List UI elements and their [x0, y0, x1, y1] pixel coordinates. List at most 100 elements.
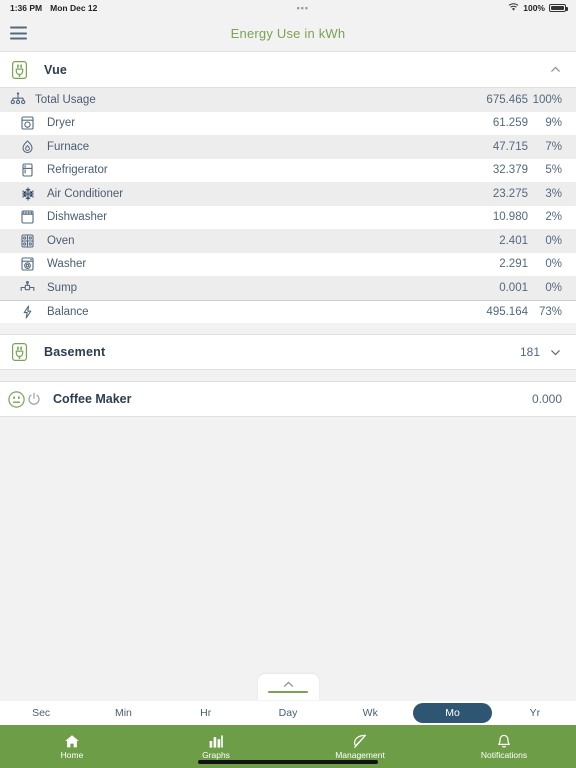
- circuit-value: 23.275: [492, 187, 528, 200]
- smart-outlet-icon: [8, 390, 25, 408]
- device-name: Basement: [44, 345, 106, 359]
- circuit-label: Total Usage: [35, 93, 96, 106]
- bar-chart-icon: [208, 734, 224, 749]
- tab-label: Management: [335, 749, 385, 760]
- washer-icon: [18, 257, 37, 271]
- app-root: 1:36 PM Mon Dec 12 ••• 100% Energy Use i…: [0, 0, 576, 768]
- circuit-percent: 3%: [545, 187, 562, 200]
- coffee-maker-icons: [8, 390, 41, 408]
- graph-pull-up-handle[interactable]: [257, 674, 319, 700]
- device-list: Vue Total Usage 675.465 100% Dryer 61.25…: [0, 52, 576, 701]
- bottom-tab-bar: Home Graphs Management Notifications: [0, 725, 576, 768]
- device-header-basement[interactable]: Basement 181: [0, 334, 576, 370]
- vue-plug-icon: [8, 343, 30, 361]
- circuit-row-total-usage[interactable]: Total Usage 675.465 100%: [0, 88, 576, 112]
- chevron-up-icon[interactable]: [549, 63, 562, 76]
- refrigerator-icon: [18, 163, 37, 177]
- battery-percent: 100%: [523, 2, 545, 13]
- wifi-icon: [508, 3, 519, 12]
- circuit-percent: 7%: [545, 140, 562, 153]
- status-time: 1:36 PM: [10, 2, 43, 13]
- status-date: Mon Dec 12: [50, 2, 98, 13]
- circuit-value: 495.164: [486, 305, 528, 318]
- period-tab-min[interactable]: Min: [84, 703, 162, 723]
- circuit-label: Furnace: [47, 140, 90, 153]
- lightning-bolt-icon: [18, 305, 37, 319]
- sump-pump-icon: [18, 281, 37, 294]
- chevron-down-icon[interactable]: [549, 346, 562, 359]
- period-tab-wk[interactable]: Wk: [331, 703, 409, 723]
- device-row-coffee-maker[interactable]: Coffee Maker 0.000: [0, 381, 576, 417]
- circuit-label: Refrigerator: [47, 164, 108, 177]
- circuit-label: Dryer: [47, 117, 76, 130]
- circuit-percent: 0%: [545, 258, 562, 271]
- device-value: 181: [519, 345, 540, 359]
- snowflake-icon: [18, 187, 37, 201]
- circuit-row-dryer[interactable]: Dryer 61.259 9%: [0, 111, 576, 135]
- circuit-tree-icon: [8, 92, 27, 107]
- circuit-row-air-conditioner[interactable]: Air Conditioner 23.275 3%: [0, 182, 576, 206]
- tab-home[interactable]: Home: [0, 725, 144, 768]
- circuit-row-furnace[interactable]: Furnace 47.715 7%: [0, 135, 576, 159]
- tab-label: Graphs: [202, 749, 230, 760]
- circuit-row-oven[interactable]: Oven 2.401 0%: [0, 229, 576, 253]
- power-toggle-icon[interactable]: [27, 392, 41, 406]
- home-indicator: [198, 760, 378, 764]
- circuit-value: 675.465: [486, 93, 528, 106]
- status-center-dots: •••: [296, 2, 310, 13]
- circuit-label: Balance: [47, 305, 89, 318]
- circuit-label: Oven: [47, 234, 75, 247]
- device-header-vue[interactable]: Vue: [0, 52, 576, 88]
- circuit-percent: 100%: [532, 93, 562, 106]
- pull-tab-accent-line: [268, 690, 308, 694]
- circuit-percent: 0%: [545, 234, 562, 247]
- device-name: Coffee Maker: [53, 392, 132, 406]
- tab-notifications[interactable]: Notifications: [432, 725, 576, 768]
- tab-label: Notifications: [480, 749, 528, 760]
- circuit-label: Sump: [47, 281, 78, 294]
- status-bar-left: 1:36 PM Mon Dec 12: [10, 3, 97, 13]
- period-selector: Sec Min Hr Day Wk Mo Yr: [0, 701, 576, 725]
- circuit-value: 10.980: [492, 211, 528, 224]
- status-bar: 1:36 PM Mon Dec 12 ••• 100%: [0, 0, 576, 15]
- device-value: 0.000: [531, 392, 562, 406]
- circuit-label: Washer: [47, 258, 87, 271]
- tab-label: Home: [60, 749, 84, 760]
- circuit-percent: 73%: [538, 305, 562, 318]
- bell-icon: [496, 734, 512, 749]
- circuit-row-balance[interactable]: Balance 495.164 73%: [0, 299, 576, 323]
- circuit-label: Dishwasher: [47, 211, 108, 224]
- period-tab-hr[interactable]: Hr: [167, 703, 245, 723]
- circuit-value: 47.715: [492, 140, 528, 153]
- device-name: Vue: [44, 62, 68, 77]
- period-tab-yr[interactable]: Yr: [496, 703, 574, 723]
- status-bar-right: 100%: [508, 2, 568, 13]
- leaf-icon: [352, 734, 368, 749]
- circuit-percent: 2%: [545, 211, 562, 224]
- page-title: Energy Use in kWh: [230, 25, 346, 41]
- circuit-row-sump[interactable]: Sump 0.001 0%: [0, 276, 576, 300]
- dryer-icon: [18, 116, 37, 130]
- circuit-value: 2.291: [499, 258, 528, 271]
- nav-bar: Energy Use in kWh: [0, 15, 576, 52]
- dishwasher-icon: [18, 210, 37, 224]
- battery-icon: [549, 3, 568, 12]
- circuit-percent: 5%: [545, 164, 562, 177]
- circuit-percent: 0%: [545, 281, 562, 294]
- period-tab-sec[interactable]: Sec: [2, 703, 80, 723]
- oven-icon: [18, 234, 37, 248]
- circuit-value: 2.401: [499, 234, 528, 247]
- circuit-percent: 9%: [545, 117, 562, 130]
- period-tab-mo[interactable]: Mo: [413, 703, 492, 723]
- flame-icon: [18, 139, 37, 154]
- hamburger-menu-icon[interactable]: [10, 26, 27, 40]
- home-icon: [64, 734, 80, 749]
- vue-plug-icon: [8, 60, 30, 79]
- circuit-row-washer[interactable]: Washer 2.291 0%: [0, 252, 576, 276]
- circuit-label: Air Conditioner: [47, 187, 124, 200]
- circuit-row-dishwasher[interactable]: Dishwasher 10.980 2%: [0, 205, 576, 229]
- circuit-value: 0.001: [499, 281, 528, 294]
- circuit-value: 32.379: [492, 164, 528, 177]
- period-tab-day[interactable]: Day: [249, 703, 327, 723]
- circuit-row-refrigerator[interactable]: Refrigerator 32.379 5%: [0, 158, 576, 182]
